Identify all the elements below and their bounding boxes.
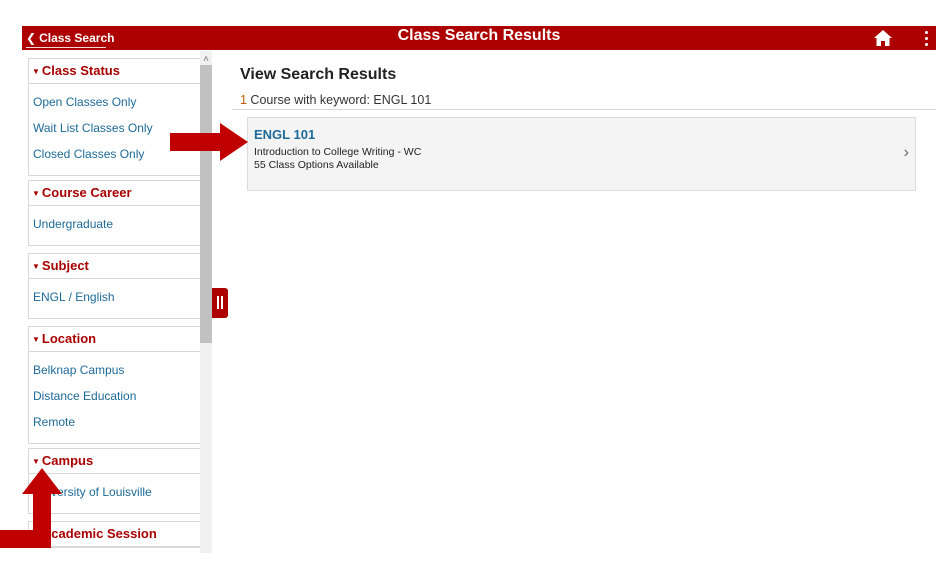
- filter-option-open-classes[interactable]: Open Classes Only: [29, 89, 200, 115]
- filter-group-header[interactable]: ▼ Location: [29, 327, 200, 352]
- filter-group-header[interactable]: ▼ Subject: [29, 254, 200, 279]
- triangle-down-icon: ▼: [32, 262, 40, 271]
- more-vertical-icon: [925, 31, 928, 34]
- bottom-margin: [0, 553, 936, 567]
- filter-group-header[interactable]: ▼ Course Career: [29, 181, 200, 206]
- filter-group-subject: ▼ Subject ENGL / English: [28, 253, 200, 319]
- result-keyword-text: Course with keyword: ENGL 101: [246, 93, 432, 107]
- more-dot: [925, 37, 928, 40]
- filter-group-title: Subject: [41, 258, 89, 273]
- divider: [232, 109, 936, 110]
- filter-group-header[interactable]: ▼ Class Status: [29, 59, 200, 84]
- collapse-sidebar-button[interactable]: [212, 288, 228, 318]
- results-heading: View Search Results: [240, 66, 397, 83]
- triangle-down-icon: ▼: [32, 67, 40, 76]
- filter-group-title: Course Career: [41, 185, 132, 200]
- course-title: Introduction to College Writing - WC: [254, 146, 422, 158]
- filter-option-engl[interactable]: ENGL / English: [29, 284, 200, 310]
- filter-group-location: ▼ Location Belknap Campus Distance Educat…: [28, 326, 200, 444]
- course-code: ENGL 101: [254, 127, 316, 142]
- course-result-card[interactable]: ENGL 101 Introduction to College Writing…: [247, 117, 916, 191]
- pause-icon-bar: [221, 296, 223, 309]
- result-count: 1: [240, 93, 247, 107]
- triangle-down-icon: ▼: [32, 189, 40, 198]
- annotation-arrow-right-icon: [170, 123, 248, 161]
- scroll-up-arrow[interactable]: ˄: [200, 55, 212, 65]
- top-bar: ❮ Class Search Class Search Results: [22, 26, 936, 50]
- filter-option-belknap-campus[interactable]: Belknap Campus: [29, 357, 200, 383]
- filter-group-course-career: ▼ Course Career Undergraduate: [28, 180, 200, 246]
- results-summary: 1 Course with keyword: ENGL 101: [240, 93, 431, 107]
- triangle-down-icon: ▼: [32, 335, 40, 344]
- back-button-underline: [26, 47, 106, 48]
- more-dot: [925, 43, 928, 46]
- home-icon: [874, 30, 892, 46]
- filter-option-remote[interactable]: Remote: [29, 409, 200, 435]
- filter-group-title: Location: [41, 331, 97, 346]
- more-options-button[interactable]: [916, 26, 936, 50]
- course-options-count: 55 Class Options Available: [254, 159, 379, 171]
- filter-group-title: Class Status: [41, 63, 120, 78]
- chevron-right-icon: ›: [903, 144, 909, 161]
- filter-option-undergraduate[interactable]: Undergraduate: [29, 211, 200, 237]
- filter-group-title: Campus: [41, 453, 94, 468]
- page-title: Class Search Results: [397, 27, 561, 44]
- filter-option-distance-education[interactable]: Distance Education: [29, 383, 200, 409]
- pause-icon: [217, 296, 219, 309]
- scrollbar-thumb[interactable]: [200, 65, 212, 343]
- home-button[interactable]: [872, 28, 894, 48]
- app-window: ❮ Class Search Class Search Results ▼ Clas…: [0, 0, 936, 567]
